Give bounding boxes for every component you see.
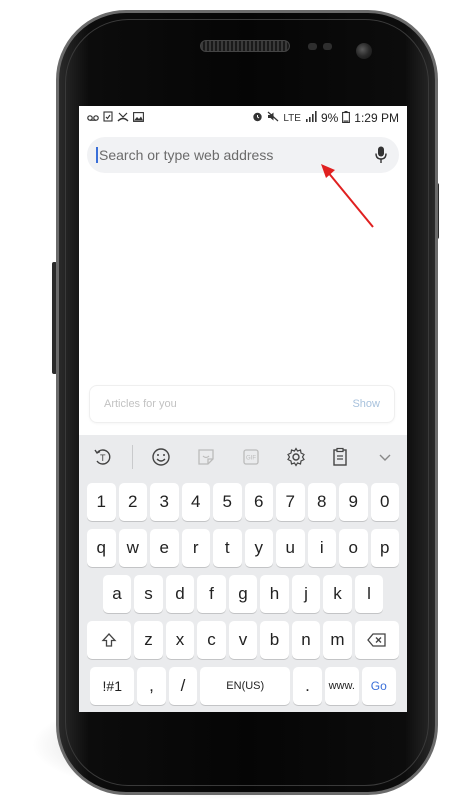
shift-key[interactable] bbox=[87, 621, 132, 659]
status-right: LTE 9% 1:29 PM bbox=[252, 110, 399, 126]
key-g[interactable]: g bbox=[228, 575, 258, 613]
key-6[interactable]: 6 bbox=[244, 483, 273, 521]
key-z[interactable]: z bbox=[134, 621, 163, 659]
key-h[interactable]: h bbox=[260, 575, 289, 613]
svg-text:T: T bbox=[100, 453, 106, 463]
earpiece-speaker bbox=[200, 40, 290, 52]
backspace-icon bbox=[366, 633, 386, 647]
articles-label: Articles for you bbox=[104, 398, 177, 410]
clipboard-icon[interactable] bbox=[324, 441, 356, 473]
go-key[interactable]: Go bbox=[361, 667, 396, 705]
chevron-down-icon[interactable] bbox=[369, 441, 401, 473]
key-7[interactable]: 7 bbox=[276, 483, 305, 521]
www-key[interactable]: www. bbox=[324, 667, 359, 705]
key-i[interactable]: i bbox=[307, 529, 336, 567]
proximity-sensor bbox=[308, 43, 317, 50]
svg-text:GIF: GIF bbox=[246, 456, 256, 462]
key-m[interactable]: m bbox=[323, 621, 352, 659]
key-f[interactable]: f bbox=[197, 575, 226, 613]
status-time: 1:29 PM bbox=[354, 111, 399, 125]
text-cursor bbox=[96, 147, 98, 163]
settings-gear-icon[interactable] bbox=[280, 441, 312, 473]
lte-label: LTE bbox=[283, 112, 301, 124]
key-5[interactable]: 5 bbox=[213, 483, 242, 521]
comma-key[interactable]: , bbox=[137, 667, 166, 705]
key-w[interactable]: w bbox=[118, 529, 147, 567]
toolbar-divider bbox=[131, 445, 133, 469]
key-o[interactable]: o bbox=[339, 529, 368, 567]
key-x[interactable]: x bbox=[165, 621, 195, 659]
key-4[interactable]: 4 bbox=[181, 483, 210, 521]
emoji-icon[interactable] bbox=[145, 441, 177, 473]
slash-key[interactable]: / bbox=[168, 667, 198, 705]
voicemail-icon bbox=[87, 111, 99, 125]
function-row: !#1 , / EN(US) . www. Go bbox=[81, 667, 405, 705]
image-icon bbox=[133, 111, 144, 125]
number-row: 1 2 3 4 5 6 7 8 9 0 bbox=[81, 483, 405, 521]
annotation-arrow bbox=[321, 164, 374, 228]
backspace-key[interactable] bbox=[354, 621, 399, 659]
bottom-letter-row: z x c v b n m bbox=[81, 621, 405, 659]
key-q[interactable]: q bbox=[87, 529, 116, 567]
key-8[interactable]: 8 bbox=[307, 483, 336, 521]
articles-show-button[interactable]: Show bbox=[352, 398, 380, 410]
phone-screen: LTE 9% 1:29 PM Search or type web addres… bbox=[79, 106, 407, 712]
key-a[interactable]: a bbox=[102, 575, 132, 613]
key-j[interactable]: j bbox=[291, 575, 321, 613]
clipboard-check-icon bbox=[103, 111, 113, 125]
key-9[interactable]: 9 bbox=[339, 483, 368, 521]
status-bar: LTE 9% 1:29 PM bbox=[79, 106, 407, 130]
status-left bbox=[87, 111, 144, 125]
key-k[interactable]: k bbox=[323, 575, 352, 613]
key-b[interactable]: b bbox=[260, 621, 289, 659]
space-key[interactable]: EN(US) bbox=[200, 667, 291, 705]
top-letter-row: q w e r t y u i o p bbox=[81, 529, 405, 567]
key-3[interactable]: 3 bbox=[150, 483, 179, 521]
text-translate-icon[interactable]: T bbox=[87, 441, 119, 473]
battery-icon bbox=[342, 110, 351, 126]
gif-icon[interactable]: GIF bbox=[235, 441, 267, 473]
key-rows: 1 2 3 4 5 6 7 8 9 0 q w e r t y u i o p … bbox=[79, 479, 407, 705]
key-y[interactable]: y bbox=[244, 529, 273, 567]
key-t[interactable]: t bbox=[213, 529, 242, 567]
key-0[interactable]: 0 bbox=[370, 483, 399, 521]
lte-signal-icon bbox=[305, 111, 317, 125]
keyboard-toolbar: T GIF bbox=[79, 435, 407, 479]
articles-card[interactable]: Articles for you Show bbox=[89, 385, 395, 423]
alarm-icon bbox=[252, 111, 263, 125]
middle-letter-row: a s d f g h j k l bbox=[81, 575, 405, 613]
key-r[interactable]: r bbox=[181, 529, 210, 567]
key-c[interactable]: c bbox=[197, 621, 226, 659]
key-p[interactable]: p bbox=[370, 529, 399, 567]
light-sensor bbox=[323, 43, 332, 50]
battery-percent: 9% bbox=[320, 111, 339, 125]
key-d[interactable]: d bbox=[165, 575, 195, 613]
symbols-key[interactable]: !#1 bbox=[90, 667, 135, 705]
front-camera bbox=[356, 43, 372, 59]
mute-icon bbox=[267, 111, 279, 125]
keyboard: T GIF 1 2 3 4 5 6 7 8 9 0 q w e r t y u … bbox=[79, 435, 407, 712]
period-key[interactable]: . bbox=[293, 667, 322, 705]
shift-icon bbox=[101, 633, 117, 647]
key-1[interactable]: 1 bbox=[87, 483, 116, 521]
sticker-icon[interactable] bbox=[190, 441, 222, 473]
key-v[interactable]: v bbox=[228, 621, 258, 659]
key-s[interactable]: s bbox=[134, 575, 163, 613]
key-2[interactable]: 2 bbox=[118, 483, 147, 521]
key-e[interactable]: e bbox=[150, 529, 179, 567]
missed-call-icon bbox=[117, 111, 129, 125]
key-l[interactable]: l bbox=[354, 575, 384, 613]
key-u[interactable]: u bbox=[276, 529, 305, 567]
key-n[interactable]: n bbox=[291, 621, 321, 659]
